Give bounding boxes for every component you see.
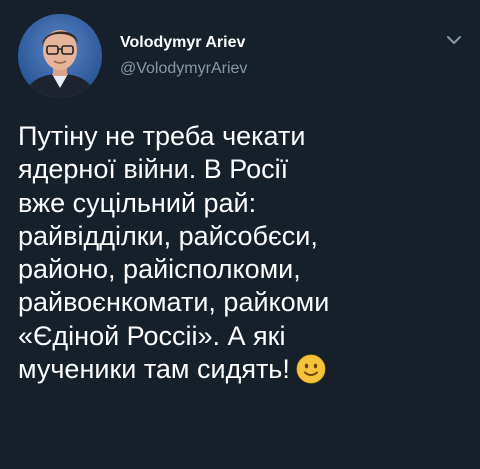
chevron-down-icon[interactable] (444, 30, 464, 50)
author-handle[interactable]: @VolodymyrAriev (120, 60, 247, 78)
tweet-text-last-line: мученики там сидять! (18, 353, 458, 386)
tweet-text-line: районо, райісполкоми, (18, 254, 301, 285)
tweet-text-line: Путіну не треба чекати (18, 121, 306, 151)
avatar-photo-icon (18, 14, 102, 98)
tweet-text-line: мученики там сидять! (18, 354, 290, 385)
author-name[interactable]: Volodymyr Ariev (120, 34, 245, 52)
tweet-text: Путіну не треба чекати ядерної війни. В … (18, 120, 458, 386)
tweet-text-line: вже суцільний рай: (18, 187, 257, 218)
tweet-text-line: ядерної війни. В Росії (18, 154, 289, 185)
slightly-smiling-face-icon (296, 354, 326, 384)
tweet-card: Volodymyr Ariev @VolodymyrAriev Путіну н… (0, 0, 480, 469)
avatar[interactable] (18, 14, 102, 98)
tweet-text-line: «Єдіной Россіі». А які (18, 320, 286, 351)
tweet-text-line: райвоєнкомати, райкоми (18, 287, 330, 318)
tweet-text-line: райвідділки, райсобєси, (18, 220, 318, 251)
